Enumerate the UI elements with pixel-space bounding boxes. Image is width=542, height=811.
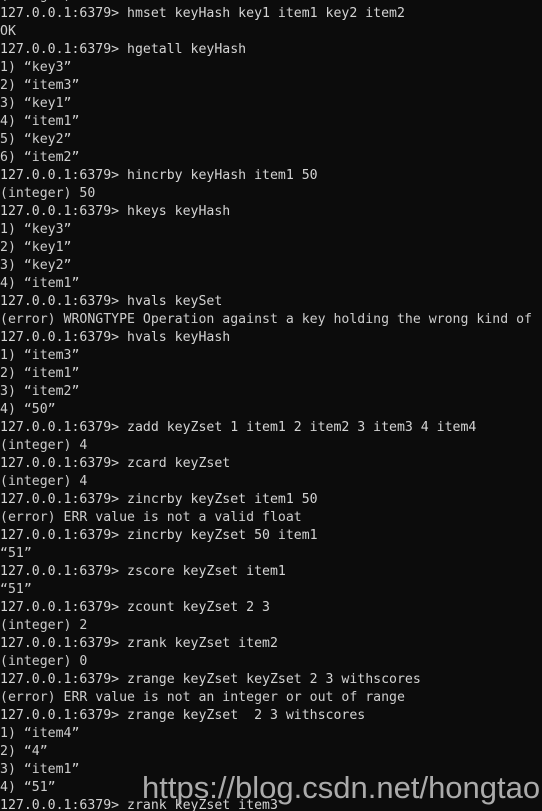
- terminal-line: (error) WRONGTYPE Operation against a ke…: [0, 312, 532, 327]
- terminal-line: 3) “key1”: [0, 96, 72, 111]
- terminal-line: (error) ERR value is not an integer or o…: [0, 690, 405, 705]
- terminal-line: “51”: [0, 582, 32, 597]
- terminal-line: 2) “4”: [0, 744, 48, 759]
- terminal-line: 127.0.0.1:6379> hgetall keyHash: [0, 42, 247, 57]
- terminal-line: 5) “key2”: [0, 132, 72, 147]
- terminal-line: 127.0.0.1:6379> zrank keyZset item3: [0, 798, 278, 811]
- terminal-line: “51”: [0, 546, 32, 561]
- terminal-line: 2) “item3”: [0, 78, 80, 93]
- terminal-line: 2) “item1”: [0, 366, 80, 381]
- terminal-line: 3) “key2”: [0, 258, 72, 273]
- terminal-line: 127.0.0.1:6379> zincrby keyZset 50 item1: [0, 528, 318, 543]
- terminal-line: 127.0.0.1:6379> hincrby keyHash item1 50: [0, 168, 318, 183]
- terminal-output[interactable]: (integer) 1127.0.0.1:6379> hmset keyHash…: [0, 0, 542, 811]
- terminal-line: 1) “key3”: [0, 60, 72, 75]
- terminal-line: (integer) 0: [0, 654, 88, 669]
- terminal-line: 6) “item2”: [0, 150, 80, 165]
- terminal-line: 127.0.0.1:6379> hvals keySet: [0, 294, 223, 309]
- terminal-line: 4) “51”: [0, 780, 56, 795]
- terminal-line: (integer) 4: [0, 474, 88, 489]
- terminal-line: (error) ERR value is not a valid float: [0, 510, 302, 525]
- terminal-line: 127.0.0.1:6379> hmset keyHash key1 item1…: [0, 6, 405, 21]
- terminal-line: (integer) 2: [0, 618, 88, 633]
- terminal-window[interactable]: (integer) 1127.0.0.1:6379> hmset keyHash…: [0, 0, 542, 811]
- terminal-line: 127.0.0.1:6379> zscore keyZset item1: [0, 564, 286, 579]
- terminal-line: 127.0.0.1:6379> hvals keyHash: [0, 330, 231, 345]
- terminal-line: 3) “item1”: [0, 762, 80, 777]
- terminal-line: 1) “key3”: [0, 222, 72, 237]
- terminal-line: (integer) 50: [0, 186, 96, 201]
- terminal-line: 4) “item1”: [0, 276, 80, 291]
- terminal-line: 1) “item4”: [0, 726, 80, 741]
- terminal-line: 2) “key1”: [0, 240, 72, 255]
- terminal-line: 127.0.0.1:6379> zadd keyZset 1 item1 2 i…: [0, 420, 477, 435]
- terminal-line: 127.0.0.1:6379> zrange keyZset 2 3 withs…: [0, 708, 366, 723]
- terminal-line: 1) “item3”: [0, 348, 80, 363]
- terminal-line: OK: [0, 24, 16, 39]
- terminal-line: (integer) 4: [0, 438, 88, 453]
- terminal-line: 127.0.0.1:6379> zrank keyZset item2: [0, 636, 278, 651]
- terminal-line: 127.0.0.1:6379> zcard keyZset: [0, 456, 231, 471]
- terminal-line: 127.0.0.1:6379> zcount keyZset 2 3: [0, 600, 270, 615]
- terminal-line: 127.0.0.1:6379> hkeys keyHash: [0, 204, 231, 219]
- terminal-line: 4) “50”: [0, 402, 56, 417]
- terminal-line: 3) “item2”: [0, 384, 80, 399]
- terminal-line: 127.0.0.1:6379> zincrby keyZset item1 50: [0, 492, 318, 507]
- terminal-line: 127.0.0.1:6379> zrange keyZset keyZset 2…: [0, 672, 421, 687]
- terminal-line: 4) “item1”: [0, 114, 80, 129]
